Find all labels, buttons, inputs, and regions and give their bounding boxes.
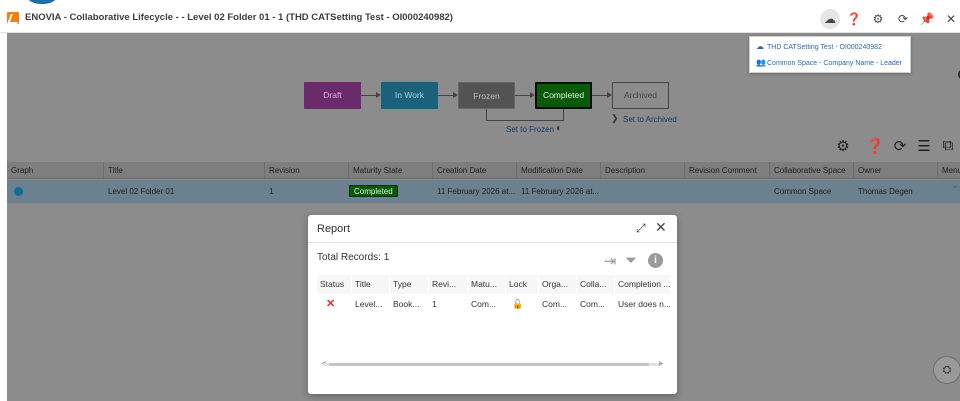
row-description [601,180,605,203]
state-frozen[interactable]: Frozen [458,82,515,109]
close-icon[interactable]: ✕ [655,219,667,236]
error-x-icon: ✕ [326,298,336,310]
pin-icon[interactable]: 📌 [917,9,937,29]
col-revision[interactable]: Revision [264,162,348,179]
rcol-title[interactable]: Title [352,275,389,294]
rcol-revision[interactable]: Revi... [429,275,467,294]
rrow-organization: Com... [542,299,568,309]
transition-arrow [515,92,535,98]
filter-icon[interactable]: ⏷ [622,252,640,269]
rrow-completion: User does n... [618,299,670,309]
row-revision: 1 [269,187,274,196]
space-info-card: ☁ THD CATSetting Test - OI000240982 👥Comm… [749,36,911,73]
col-revision-comment[interactable]: Revision Comment [684,162,769,179]
close-icon[interactable]: ✕ [941,9,960,29]
row-title: Level 02 Folder 01 [108,187,175,196]
unlock-icon: 🔓 [512,299,524,309]
rcol-organization[interactable]: Orga... [539,275,576,294]
graph-node-icon [14,187,23,196]
collab-space-label: THD CATSetting Test - OI000240982 [767,44,882,51]
row-owner: Thomas Degen [858,187,913,196]
settings-gear-icon[interactable]: ⚙ [833,137,853,155]
col-graph[interactable]: Graph [7,162,103,179]
set-to-frozen-link[interactable]: Set to Frozen [506,125,554,134]
state-completed[interactable]: Completed [535,82,592,109]
col-owner[interactable]: Owner [853,162,937,179]
col-collaborative-space[interactable]: Collaborative Space [769,162,853,179]
col-title[interactable]: Title [103,162,264,179]
maturity-badge[interactable]: Completed [349,185,398,197]
table-row[interactable]: Level 02 Folder 01 1 Completed 11 Februa… [7,180,960,203]
user-role-icon: 👥 [756,58,766,67]
cloud-icon[interactable]: ☁ [820,9,840,29]
row-creation-date: 11 February 2026 at... [437,187,516,196]
cloud-icon: ☁ [756,42,764,51]
refresh-icon[interactable]: ⟳ [890,137,910,155]
dialog-header: Report ⤢ ✕ [308,215,677,243]
gear-icon[interactable]: ⚙ [868,9,888,29]
app-icon [7,12,19,24]
transition-arrow [361,92,381,98]
transition-arrow [438,92,458,98]
compass-icon[interactable]: ⛭ [933,356,960,384]
expand-icon[interactable]: ⤢ [636,221,646,236]
role-link[interactable]: 👥Common Space - Company Name - Leader [756,58,902,67]
rrow-title: Level... [355,299,383,309]
row-collab-space: Common Space [774,187,832,196]
title-bar: ENOVIA - Collaborative Lifecycle - - Lev… [0,5,960,33]
frozen-loop-connector [486,109,564,121]
graph-view-icon[interactable]: ⧉ [938,137,958,154]
col-modification-date[interactable]: Modification Date [516,162,600,179]
info-icon[interactable]: i [648,253,663,268]
state-archived[interactable]: Archived [612,82,669,109]
role-label: Common Space - Company Name - Leader [767,60,903,67]
rcol-maturity[interactable]: Matu... [468,275,505,294]
rrow-maturity: Com... [471,299,497,309]
archived-chevron-icon: ❯ [611,113,619,123]
list-view-icon[interactable]: ☰ [914,137,934,155]
refresh-icon[interactable]: ⟳ [893,9,913,29]
export-icon[interactable]: ⇥ [601,252,619,270]
rrow-revision: 1 [432,299,437,309]
help-circle-icon[interactable]: ❓ [865,137,885,155]
row-revision-comment [685,180,689,203]
rcol-completion[interactable]: Completion ... [615,275,670,294]
rcol-collab[interactable]: Colla... [577,275,614,294]
help-icon[interactable]: ❓ [844,9,864,29]
horizontal-scrollbar[interactable] [323,363,662,366]
row-modification-date: 11 February 2026 at... [521,187,600,196]
transition-arrow [592,92,612,98]
scrollbar-thumb[interactable] [329,363,649,366]
col-description[interactable]: Description [600,162,684,179]
rcol-type[interactable]: Type [390,275,428,294]
rcol-status[interactable]: Status [317,275,351,294]
dialog-title: Report [317,223,351,235]
grid-header: Graph Title Revision Maturity State Crea… [7,162,960,179]
rrow-type: Book... [393,299,420,309]
state-in-work[interactable]: In Work [381,82,438,109]
report-table: Status Title Type Revi... Matu... Lock O… [317,275,670,367]
brand-logo-arc [22,0,62,4]
window-title: ENOVIA - Collaborative Lifecycle - - Lev… [25,12,453,23]
total-records: Total Records: 1 [317,252,390,263]
collab-space-link[interactable]: ☁ THD CATSetting Test - OI000240982 [756,42,882,51]
col-maturity-state[interactable]: Maturity State [348,162,432,179]
col-creation-date[interactable]: Creation Date [432,162,516,179]
set-to-archived-link[interactable]: Set to Archived [623,115,677,124]
frozen-chevron-icon: ◖ [555,123,562,134]
rcol-lock[interactable]: Lock [506,275,538,294]
scroll-right-icon[interactable]: ▶ [659,360,664,367]
report-dialog: Report ⤢ ✕ Total Records: 1 ⇥ ⏷ i Status… [308,215,677,394]
row-menu-chevron-icon[interactable]: ⌄ [947,174,959,197]
state-draft[interactable]: Draft [304,82,361,109]
rrow-collab: Com... [580,299,606,309]
